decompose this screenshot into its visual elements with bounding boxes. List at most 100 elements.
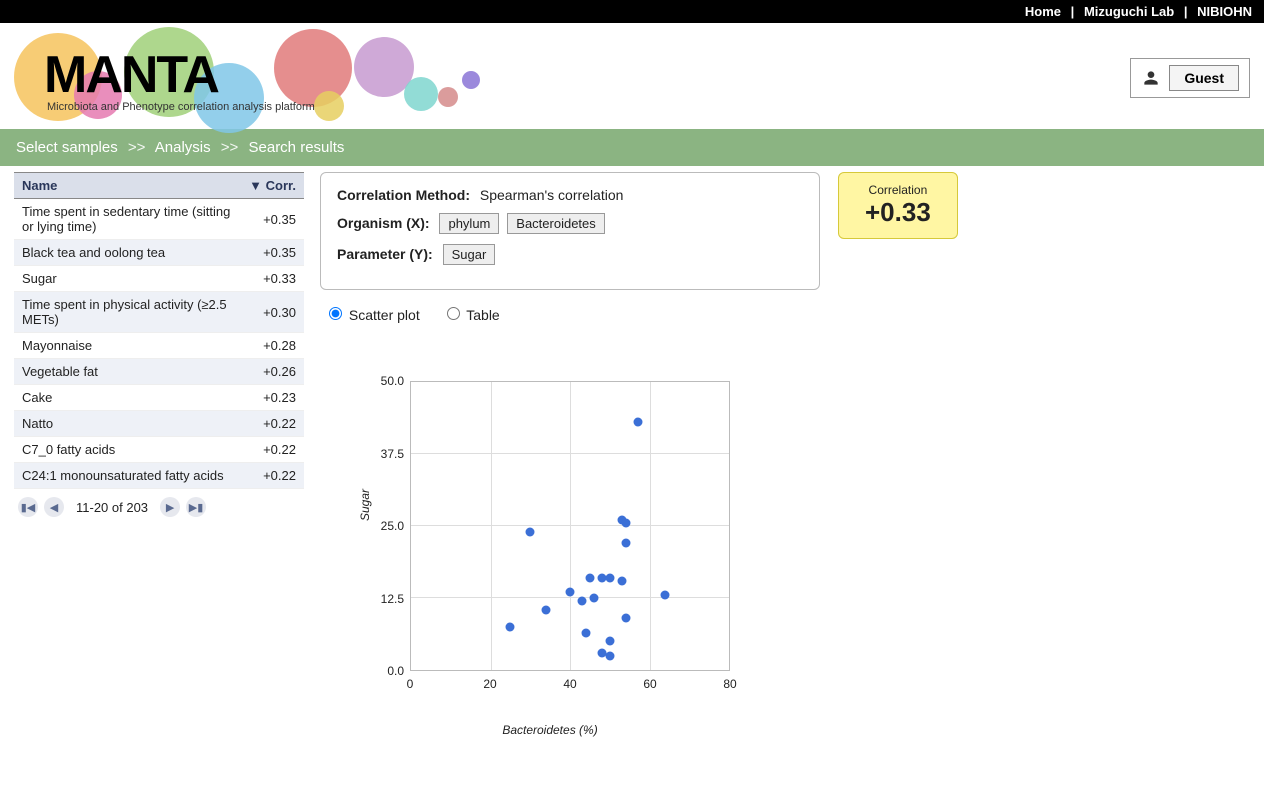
y-tick: 37.5 [381, 447, 404, 461]
row-corr: +0.23 [241, 385, 304, 411]
correlation-info-panel: Correlation Method: Spearman's correlati… [320, 172, 820, 290]
table-row[interactable]: C24:1 monounsaturated fatty acids+0.22 [14, 463, 304, 489]
data-point[interactable] [577, 596, 586, 605]
crumb-sep: >> [122, 139, 152, 156]
parameter-y-label: Parameter (Y): [337, 246, 433, 262]
view-table-label: Table [466, 307, 499, 323]
view-scatter-option[interactable]: Scatter plot [324, 307, 424, 323]
pager-range: 11-20 of 203 [70, 500, 154, 515]
correlation-badge-title: Correlation [865, 183, 931, 197]
pager: ▮◀ ◀ 11-20 of 203 ▶ ▶▮ [14, 489, 304, 525]
global-nav: Home | Mizuguchi Lab | NIBIOHN [0, 0, 1264, 23]
data-point[interactable] [581, 628, 590, 637]
view-table-radio[interactable] [447, 307, 460, 320]
table-row[interactable]: Time spent in sedentary time (sitting or… [14, 199, 304, 240]
row-name: Mayonnaise [14, 333, 241, 359]
organism-name-tag[interactable]: Bacteroidetes [507, 213, 605, 234]
x-tick: 20 [483, 677, 496, 691]
y-axis-label: Sugar [358, 489, 372, 521]
pager-last-button[interactable]: ▶▮ [186, 497, 206, 517]
logo-subtitle: Microbiota and Phenotype correlation ana… [47, 101, 315, 113]
data-point[interactable] [605, 637, 614, 646]
table-row[interactable]: Vegetable fat+0.26 [14, 359, 304, 385]
scatter-chart: 0.012.525.037.550.0 020406080 Sugar Bact… [360, 371, 740, 711]
logo-text: MANTA [44, 45, 218, 105]
method-label: Correlation Method: [337, 187, 470, 203]
logo: MANTA Microbiota and Phenotype correlati… [14, 33, 464, 123]
data-point[interactable] [621, 614, 630, 623]
y-tick: 12.5 [381, 592, 404, 606]
data-point[interactable] [621, 539, 630, 548]
organism-level-tag[interactable]: phylum [439, 213, 499, 234]
user-menu[interactable]: Guest [1130, 58, 1250, 98]
nav-sep: | [1178, 4, 1194, 19]
pager-next-button[interactable]: ▶ [160, 497, 180, 517]
row-corr: +0.35 [241, 240, 304, 266]
correlation-badge-value: +0.33 [865, 197, 931, 228]
crumb-analysis[interactable]: Analysis [155, 139, 211, 156]
method-value: Spearman's correlation [480, 187, 624, 203]
table-row[interactable]: Black tea and oolong tea+0.35 [14, 240, 304, 266]
row-name: Black tea and oolong tea [14, 240, 241, 266]
crumb-sep: >> [215, 139, 245, 156]
view-scatter-label: Scatter plot [349, 307, 420, 323]
correlation-badge: Correlation +0.33 [838, 172, 958, 239]
x-tick: 40 [563, 677, 576, 691]
data-point[interactable] [605, 573, 614, 582]
data-point[interactable] [589, 594, 598, 603]
col-corr-header[interactable]: ▼ Corr. [241, 173, 304, 199]
col-name-header[interactable]: Name [14, 173, 241, 199]
crumb-select-samples[interactable]: Select samples [16, 139, 118, 156]
data-point[interactable] [542, 605, 551, 614]
person-icon [1141, 68, 1161, 88]
parameter-tag[interactable]: Sugar [443, 244, 496, 265]
data-point[interactable] [585, 573, 594, 582]
data-point[interactable] [617, 576, 626, 585]
row-corr: +0.26 [241, 359, 304, 385]
sort-desc-icon: ▼ [249, 178, 262, 193]
row-name: C24:1 monounsaturated fatty acids [14, 463, 241, 489]
row-name: Time spent in sedentary time (sitting or… [14, 199, 241, 240]
table-row[interactable]: Sugar+0.33 [14, 266, 304, 292]
view-scatter-radio[interactable] [329, 307, 342, 320]
view-switch: Scatter plot Table [320, 290, 1250, 331]
y-tick: 50.0 [381, 374, 404, 388]
table-row[interactable]: Mayonnaise+0.28 [14, 333, 304, 359]
pager-first-button[interactable]: ▮◀ [18, 497, 38, 517]
data-point[interactable] [661, 591, 670, 600]
results-table: Name ▼ Corr. Time spent in sedentary tim… [14, 172, 304, 489]
table-row[interactable]: C7_0 fatty acids+0.22 [14, 437, 304, 463]
x-tick: 0 [407, 677, 414, 691]
row-corr: +0.28 [241, 333, 304, 359]
row-name: Sugar [14, 266, 241, 292]
data-point[interactable] [506, 622, 515, 631]
nav-lab[interactable]: Mizuguchi Lab [1084, 4, 1174, 19]
row-name: Natto [14, 411, 241, 437]
col-corr-label: Corr. [266, 178, 296, 193]
view-table-option[interactable]: Table [442, 307, 500, 323]
user-button[interactable]: Guest [1169, 65, 1239, 91]
data-point[interactable] [566, 588, 575, 597]
nav-sep: | [1065, 4, 1081, 19]
plot-area [410, 381, 730, 671]
row-name: Cake [14, 385, 241, 411]
row-corr: +0.30 [241, 292, 304, 333]
crumb-search-results: Search results [249, 139, 345, 156]
organism-x-label: Organism (X): [337, 215, 430, 231]
breadcrumb: Select samples >> Analysis >> Search res… [0, 129, 1264, 166]
table-row[interactable]: Cake+0.23 [14, 385, 304, 411]
data-point[interactable] [633, 418, 642, 427]
data-point[interactable] [605, 651, 614, 660]
nav-org[interactable]: NIBIOHN [1197, 4, 1252, 19]
table-row[interactable]: Natto+0.22 [14, 411, 304, 437]
row-name: Time spent in physical activity (≥2.5 ME… [14, 292, 241, 333]
data-point[interactable] [621, 519, 630, 528]
nav-home[interactable]: Home [1025, 4, 1061, 19]
pager-prev-button[interactable]: ◀ [44, 497, 64, 517]
table-row[interactable]: Time spent in physical activity (≥2.5 ME… [14, 292, 304, 333]
row-name: C7_0 fatty acids [14, 437, 241, 463]
data-point[interactable] [526, 527, 535, 536]
results-sidebar: Name ▼ Corr. Time spent in sedentary tim… [14, 172, 304, 711]
x-tick: 80 [723, 677, 736, 691]
row-corr: +0.33 [241, 266, 304, 292]
